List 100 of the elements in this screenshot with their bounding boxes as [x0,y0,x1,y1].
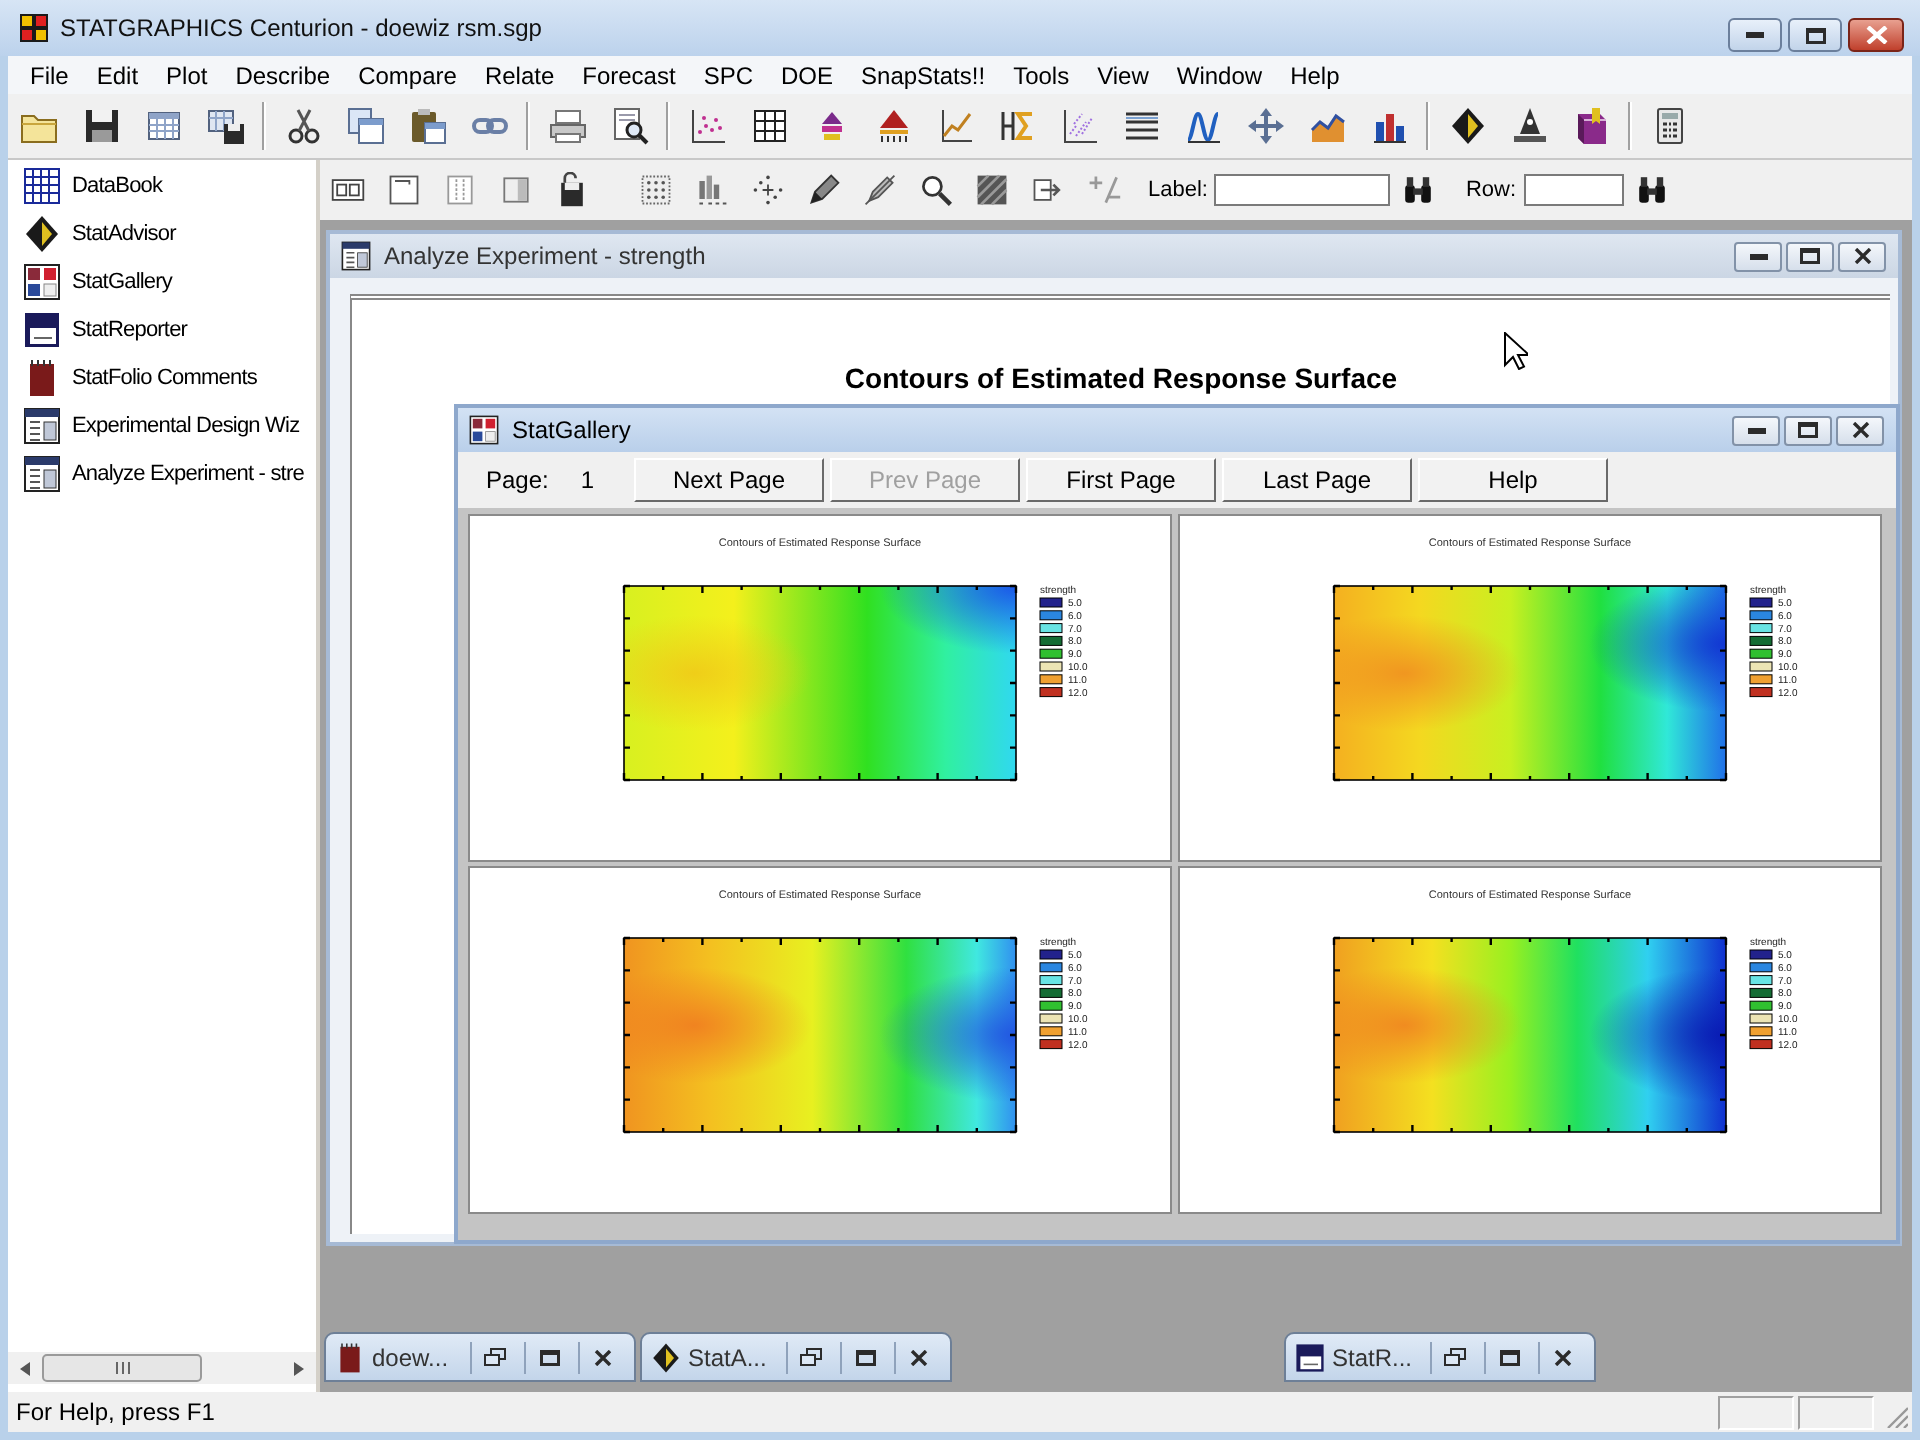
right-arrow-icon[interactable] [294,1361,304,1375]
window-title: StatGallery [512,416,631,444]
scatter-plot-icon[interactable] [687,106,727,146]
menu-item[interactable]: File [16,56,83,94]
close-button[interactable] [1848,18,1904,52]
close-icon [910,1349,928,1365]
sidebar-item[interactable]: StatAdvisor [8,210,176,258]
menu-item[interactable]: Help [1276,56,1354,94]
close-button[interactable] [1838,241,1886,271]
window-title: Analyze Experiment - strength [384,242,706,270]
dots-icon[interactable] [750,172,786,208]
sidebar-item[interactable]: Analyze Experiment - stre [8,450,304,498]
menu-item[interactable]: Compare [344,56,471,94]
app-logo-icon [20,14,48,42]
maximize-button[interactable] [1784,415,1832,445]
menu-item[interactable]: DOE [767,56,848,94]
minimize-icon [1749,253,1767,259]
minimize-button[interactable] [1732,415,1780,445]
sidebar-item[interactable]: Experimental Design Wiz [8,402,300,450]
left-arrow-icon[interactable] [20,1361,30,1375]
crossed-pencil-icon[interactable] [862,172,898,208]
window-chart-icon [22,454,62,494]
spreadsheet-icon[interactable] [143,106,183,146]
menu-item[interactable]: Forecast [568,56,690,94]
window-title: StatA... [688,1343,769,1371]
minimize-button[interactable] [1728,18,1782,52]
bell-curves-icon[interactable] [1183,106,1223,146]
diamond-icon[interactable] [1447,106,1487,146]
restore-icon [800,1348,822,1366]
scrollbar-thumb[interactable] [42,1354,202,1382]
scissors-icon[interactable] [283,106,323,146]
maximize-icon [1798,422,1818,438]
maximize-icon [1805,27,1825,43]
maximize-button[interactable] [1786,241,1834,271]
maximize-icon [1499,1349,1519,1365]
trend-lines-icon[interactable] [1059,106,1099,146]
menu-item[interactable]: Tools [999,56,1084,94]
row-search-field[interactable] [1524,174,1625,206]
frame-icon[interactable] [386,172,422,208]
sidebar-item[interactable]: DataBook [8,162,163,210]
page-label: Page: [486,466,549,494]
paste-icon[interactable] [407,106,447,146]
status-panel [1718,1395,1794,1429]
table-icon[interactable] [749,106,789,146]
dot-grid-icon[interactable] [638,172,674,208]
pencil-icon[interactable] [806,172,842,208]
page-button[interactable]: Next Page [634,458,824,502]
menu-item[interactable]: Plot [152,56,222,94]
monitor-icon [22,310,62,350]
label-search-field[interactable] [1213,174,1390,206]
minimized-window[interactable]: StatR... [1284,1332,1596,1382]
status-text: For Help, press F1 [16,1398,215,1426]
status-panel [1798,1395,1874,1429]
menu-item[interactable]: View [1083,56,1163,94]
close-icon [1865,26,1887,44]
menu-item[interactable]: SnapStats!! [847,56,1000,94]
notebook-icon [334,1341,366,1373]
page-button[interactable]: Last Page [1222,458,1412,502]
panel-icon[interactable] [498,172,534,208]
menu-item[interactable]: Relate [470,56,569,94]
copy-icon[interactable] [345,106,385,146]
print-preview-icon[interactable] [609,106,649,146]
menu-item[interactable]: Window [1162,56,1277,94]
minimize-button[interactable] [1734,241,1782,271]
menu-item[interactable]: Describe [221,56,345,94]
grid-icon [22,166,62,206]
window-title: doew... [372,1343,451,1371]
printer-icon[interactable] [547,106,587,146]
sigma-chart-icon[interactable] [997,106,1037,146]
binoculars-icon[interactable] [1636,174,1669,206]
floppy-spreadsheet-icon[interactable] [205,106,245,146]
field-label: Label: [1148,178,1208,202]
maximize-button[interactable] [1788,18,1842,52]
window-chart-icon [22,406,62,446]
diamond-icon [22,214,62,254]
minimized-window[interactable]: StatA... [640,1332,952,1382]
field-label: Row: [1465,178,1517,202]
hatched-square-icon[interactable] [974,172,1010,208]
menu-item[interactable]: Edit [82,56,153,94]
columns-icon[interactable] [442,172,478,208]
close-button[interactable] [1836,415,1884,445]
cone-icon[interactable] [1509,106,1549,146]
window-title: StatR... [1332,1343,1415,1371]
window-title: STATGRAPHICS Centurion - doewiz rsm.sgp [60,14,542,42]
sidebar-item[interactable]: StatReporter [8,306,188,354]
panels-icon [22,262,62,302]
menu-item[interactable]: SPC [689,56,767,94]
resize-grip-icon [1886,1406,1908,1428]
minimized-window[interactable]: doew... [324,1332,636,1382]
zoom-icon[interactable] [918,172,954,208]
move-arrows-icon[interactable] [1245,106,1285,146]
close-icon [1554,1349,1572,1365]
page-button[interactable]: Help [1418,458,1608,502]
binoculars-icon[interactable] [1401,174,1434,206]
minimize-icon [1747,427,1765,433]
minimize-icon [1746,32,1764,38]
sidebar-item[interactable]: StatGallery [8,258,173,306]
page-button[interactable]: First Page [1026,458,1216,502]
mouse-pointer-icon [1504,332,1528,370]
sidebar-item[interactable]: StatFolio Comments [8,354,257,402]
